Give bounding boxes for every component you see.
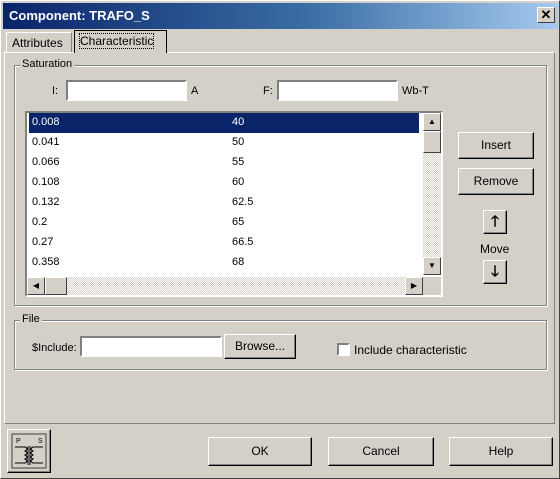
include-input[interactable] <box>80 336 222 357</box>
cell-i: 0.041 <box>32 136 60 148</box>
vertical-scrollbar[interactable]: ▲ ▼ <box>423 113 441 275</box>
vertical-scroll-thumb[interactable] <box>423 131 441 153</box>
tab-characteristic[interactable]: Characteristic <box>74 30 167 53</box>
list-item[interactable]: 0.2 65 <box>29 213 419 233</box>
list-item[interactable]: 0.108 60 <box>29 173 419 193</box>
list-item[interactable]: 0.008 40 <box>29 113 419 133</box>
file-legend: File <box>20 313 42 325</box>
transformer-icon[interactable]: P S <box>7 429 51 473</box>
include-label: $Include: <box>32 342 77 354</box>
move-label: Move <box>480 242 510 256</box>
i-unit: A <box>191 85 199 97</box>
arrow-down-icon[interactable]: 🡓 <box>483 260 507 284</box>
cell-f: 66.5 <box>232 236 254 248</box>
arrow-up-icon[interactable]: 🡑 <box>483 210 507 234</box>
cell-i: 0.2 <box>32 216 48 228</box>
browse-button[interactable]: Browse... <box>224 334 296 359</box>
cell-i: 0.108 <box>32 176 60 188</box>
cell-i: 0.008 <box>32 116 60 128</box>
list-item[interactable]: 0.132 62.5 <box>29 193 419 213</box>
remove-button-label: Remove <box>473 174 519 188</box>
cell-f: 50 <box>232 136 245 148</box>
horizontal-scroll-thumb[interactable] <box>45 277 67 295</box>
cell-i: 0.066 <box>32 156 60 168</box>
cell-f: 62.5 <box>232 196 254 208</box>
help-button[interactable]: Help <box>449 437 553 466</box>
cell-f: 68 <box>232 256 245 268</box>
scroll-right-icon[interactable]: ▶ <box>405 277 423 295</box>
saturation-legend: Saturation <box>20 58 75 70</box>
list-item[interactable]: 0.066 55 <box>29 153 419 173</box>
cell-f: 65 <box>232 216 245 228</box>
cell-i: 0.132 <box>32 196 60 208</box>
scroll-left-icon[interactable]: ◀ <box>27 277 45 295</box>
tab-attributes-label: Attributes <box>12 36 63 50</box>
scroll-corner <box>423 277 441 295</box>
tab-attributes[interactable]: Attributes <box>6 32 72 53</box>
f-input[interactable] <box>277 80 398 101</box>
transformer-icon-graphic: P S <box>11 433 47 469</box>
saturation-list[interactable]: 0.008 40 0.041 50 0.066 55 0.108 60 0.13… <box>25 111 443 297</box>
close-icon[interactable]: ✕ <box>537 7 555 23</box>
f-unit: Wb-T <box>402 85 429 97</box>
insert-button-label: Insert <box>480 138 511 152</box>
scroll-down-icon[interactable]: ▼ <box>423 257 441 275</box>
dialog-window: Component: TRAFO_S ✕ Attributes Characte… <box>0 0 560 479</box>
cell-f: 60 <box>232 176 245 188</box>
list-item[interactable]: 0.358 68 <box>29 253 419 273</box>
help-button-label: Help <box>488 444 514 458</box>
scroll-up-icon[interactable]: ▲ <box>423 113 441 131</box>
window-title: Component: TRAFO_S <box>9 8 150 23</box>
tab-panel-characteristic: Saturation I: A F: Wb-T 0.008 40 0.041 5… <box>4 52 555 424</box>
cell-f: 55 <box>232 156 245 168</box>
list-item[interactable]: 0.041 50 <box>29 133 419 153</box>
cancel-button[interactable]: Cancel <box>328 437 434 466</box>
cell-i: 0.27 <box>32 236 54 248</box>
f-label: F: <box>263 85 273 97</box>
horizontal-scrollbar[interactable]: ◀ ▶ <box>27 277 423 295</box>
insert-button[interactable]: Insert <box>458 132 534 159</box>
include-characteristic-label: Include characteristic <box>354 343 467 357</box>
svg-text:P: P <box>16 438 21 445</box>
title-bar[interactable]: Component: TRAFO_S ✕ <box>3 3 558 29</box>
i-input[interactable] <box>66 80 187 101</box>
remove-button[interactable]: Remove <box>458 168 534 195</box>
cell-f: 40 <box>232 116 245 128</box>
list-item[interactable]: 0.27 66.5 <box>29 233 419 253</box>
i-label: I: <box>52 85 59 97</box>
browse-button-label: Browse... <box>234 339 285 353</box>
include-characteristic-checkbox[interactable] <box>337 343 350 356</box>
ok-button[interactable]: OK <box>208 437 312 466</box>
svg-text:S: S <box>38 438 43 445</box>
tab-characteristic-label: Characteristic <box>78 33 155 49</box>
cell-i: 0.358 <box>32 256 60 268</box>
ok-button-label: OK <box>251 444 269 458</box>
cancel-button-label: Cancel <box>362 444 400 458</box>
